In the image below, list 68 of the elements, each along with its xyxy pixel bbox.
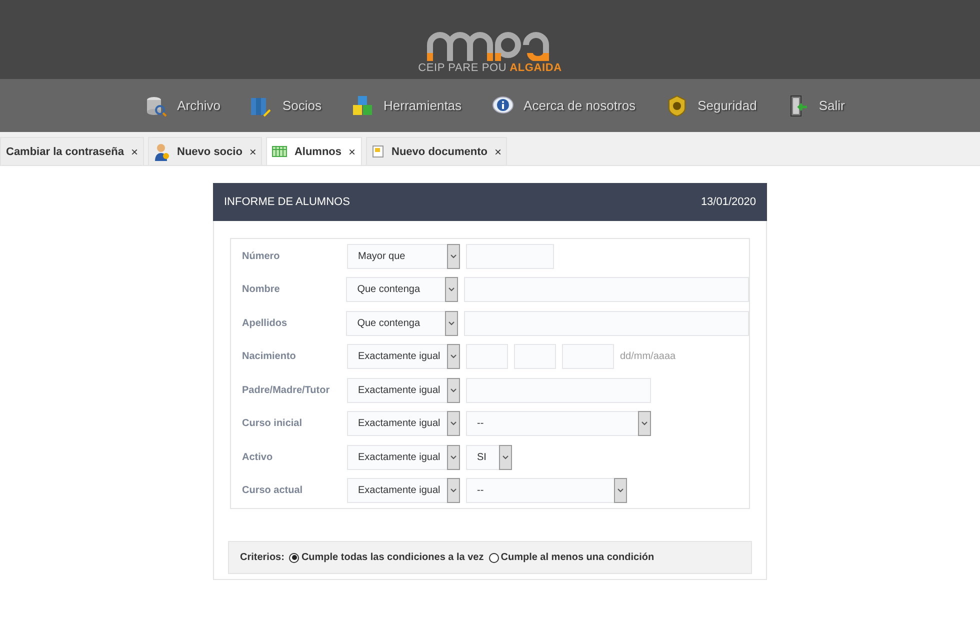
- close-icon[interactable]: ×: [131, 144, 138, 158]
- chevron-down-icon: [448, 287, 456, 292]
- database-icon: [145, 94, 168, 116]
- criteria-label: Criterios:: [240, 552, 284, 563]
- radio-label[interactable]: Cumple todas las condiciones a la vez: [301, 552, 484, 563]
- tab[interactable]: Nuevo socio ×: [148, 137, 262, 165]
- operator-dropdown[interactable]: Mayor que: [347, 244, 460, 269]
- field-label: Curso inicial: [242, 418, 304, 430]
- operator-dropdown[interactable]: Que contenga: [346, 277, 458, 302]
- info-icon: [492, 94, 514, 116]
- radio-label[interactable]: Cumple al menos una condición: [500, 552, 654, 563]
- year-field[interactable]: [562, 344, 614, 370]
- value-dropdown[interactable]: --: [466, 478, 627, 504]
- text-field[interactable]: [466, 378, 651, 403]
- tab[interactable]: Alumnos ×: [266, 137, 362, 165]
- menu-item[interactable]: Herramientas: [352, 94, 462, 116]
- date-format-hint: dd/mm/aaaa: [620, 351, 676, 362]
- field-label: Nombre: [242, 284, 281, 296]
- month-field[interactable]: [514, 344, 556, 370]
- tab[interactable]: Nuevo documento ×: [366, 137, 508, 165]
- field-label: Activo: [242, 452, 274, 463]
- field-label: Curso actual: [242, 485, 304, 496]
- panel-title: INFORME DE ALUMNOS: [224, 196, 350, 208]
- operator-dropdown[interactable]: Exactamente igual: [347, 411, 460, 436]
- field-label: Apellidos: [242, 318, 288, 329]
- menu-item[interactable]: Socios: [250, 94, 322, 116]
- chevron-down-icon: [450, 454, 457, 460]
- menu-item[interactable]: Salir: [786, 94, 845, 116]
- chevron-down-icon: [450, 354, 457, 360]
- close-icon[interactable]: ×: [249, 144, 256, 158]
- chevron-down-icon: [617, 488, 624, 494]
- menu-item[interactable]: Acerca de nosotros: [492, 94, 636, 116]
- text-field[interactable]: [464, 277, 750, 302]
- close-icon[interactable]: ×: [494, 144, 502, 158]
- tab[interactable]: Cambiar la contraseña ×: [0, 137, 144, 165]
- value-dropdown[interactable]: --: [466, 411, 651, 436]
- radio-button[interactable]: [289, 552, 300, 562]
- close-icon[interactable]: ×: [348, 144, 356, 158]
- town-name: ALGAIDA: [510, 62, 562, 74]
- chevron-down-icon: [450, 254, 457, 259]
- operator-dropdown[interactable]: Exactamente igual: [347, 444, 460, 470]
- table-icon: [272, 146, 288, 157]
- chevron-down-icon: [641, 421, 648, 426]
- number-field[interactable]: [466, 244, 554, 269]
- document-icon: [372, 145, 385, 158]
- value-dropdown[interactable]: SI: [466, 444, 512, 470]
- text-field[interactable]: [464, 310, 750, 336]
- cubes-icon: [352, 94, 374, 116]
- operator-dropdown[interactable]: Que contenga: [346, 310, 458, 336]
- operator-dropdown[interactable]: Exactamente igual: [347, 344, 460, 370]
- radio-button[interactable]: [488, 552, 499, 562]
- chevron-down-icon: [450, 421, 457, 426]
- field-label: Nacimiento: [242, 351, 297, 362]
- school-name: CEIP PARE POU: [418, 62, 507, 74]
- chevron-down-icon: [450, 388, 457, 393]
- chevron-down-icon: [502, 454, 509, 460]
- chevron-down-icon: [448, 320, 456, 326]
- day-field[interactable]: [466, 344, 508, 370]
- report-date: 13/01/2020: [700, 196, 756, 208]
- menu-item[interactable]: Seguridad: [666, 94, 757, 116]
- chevron-down-icon: [450, 488, 457, 494]
- person-icon: [154, 142, 170, 160]
- field-label: Padre/Madre/Tutor: [242, 384, 331, 396]
- field-label: Número: [242, 250, 281, 262]
- badge-icon: [666, 94, 688, 116]
- menu-item[interactable]: Archivo: [145, 94, 220, 116]
- operator-dropdown[interactable]: Exactamente igual: [347, 378, 460, 403]
- operator-dropdown[interactable]: Exactamente igual: [347, 478, 460, 504]
